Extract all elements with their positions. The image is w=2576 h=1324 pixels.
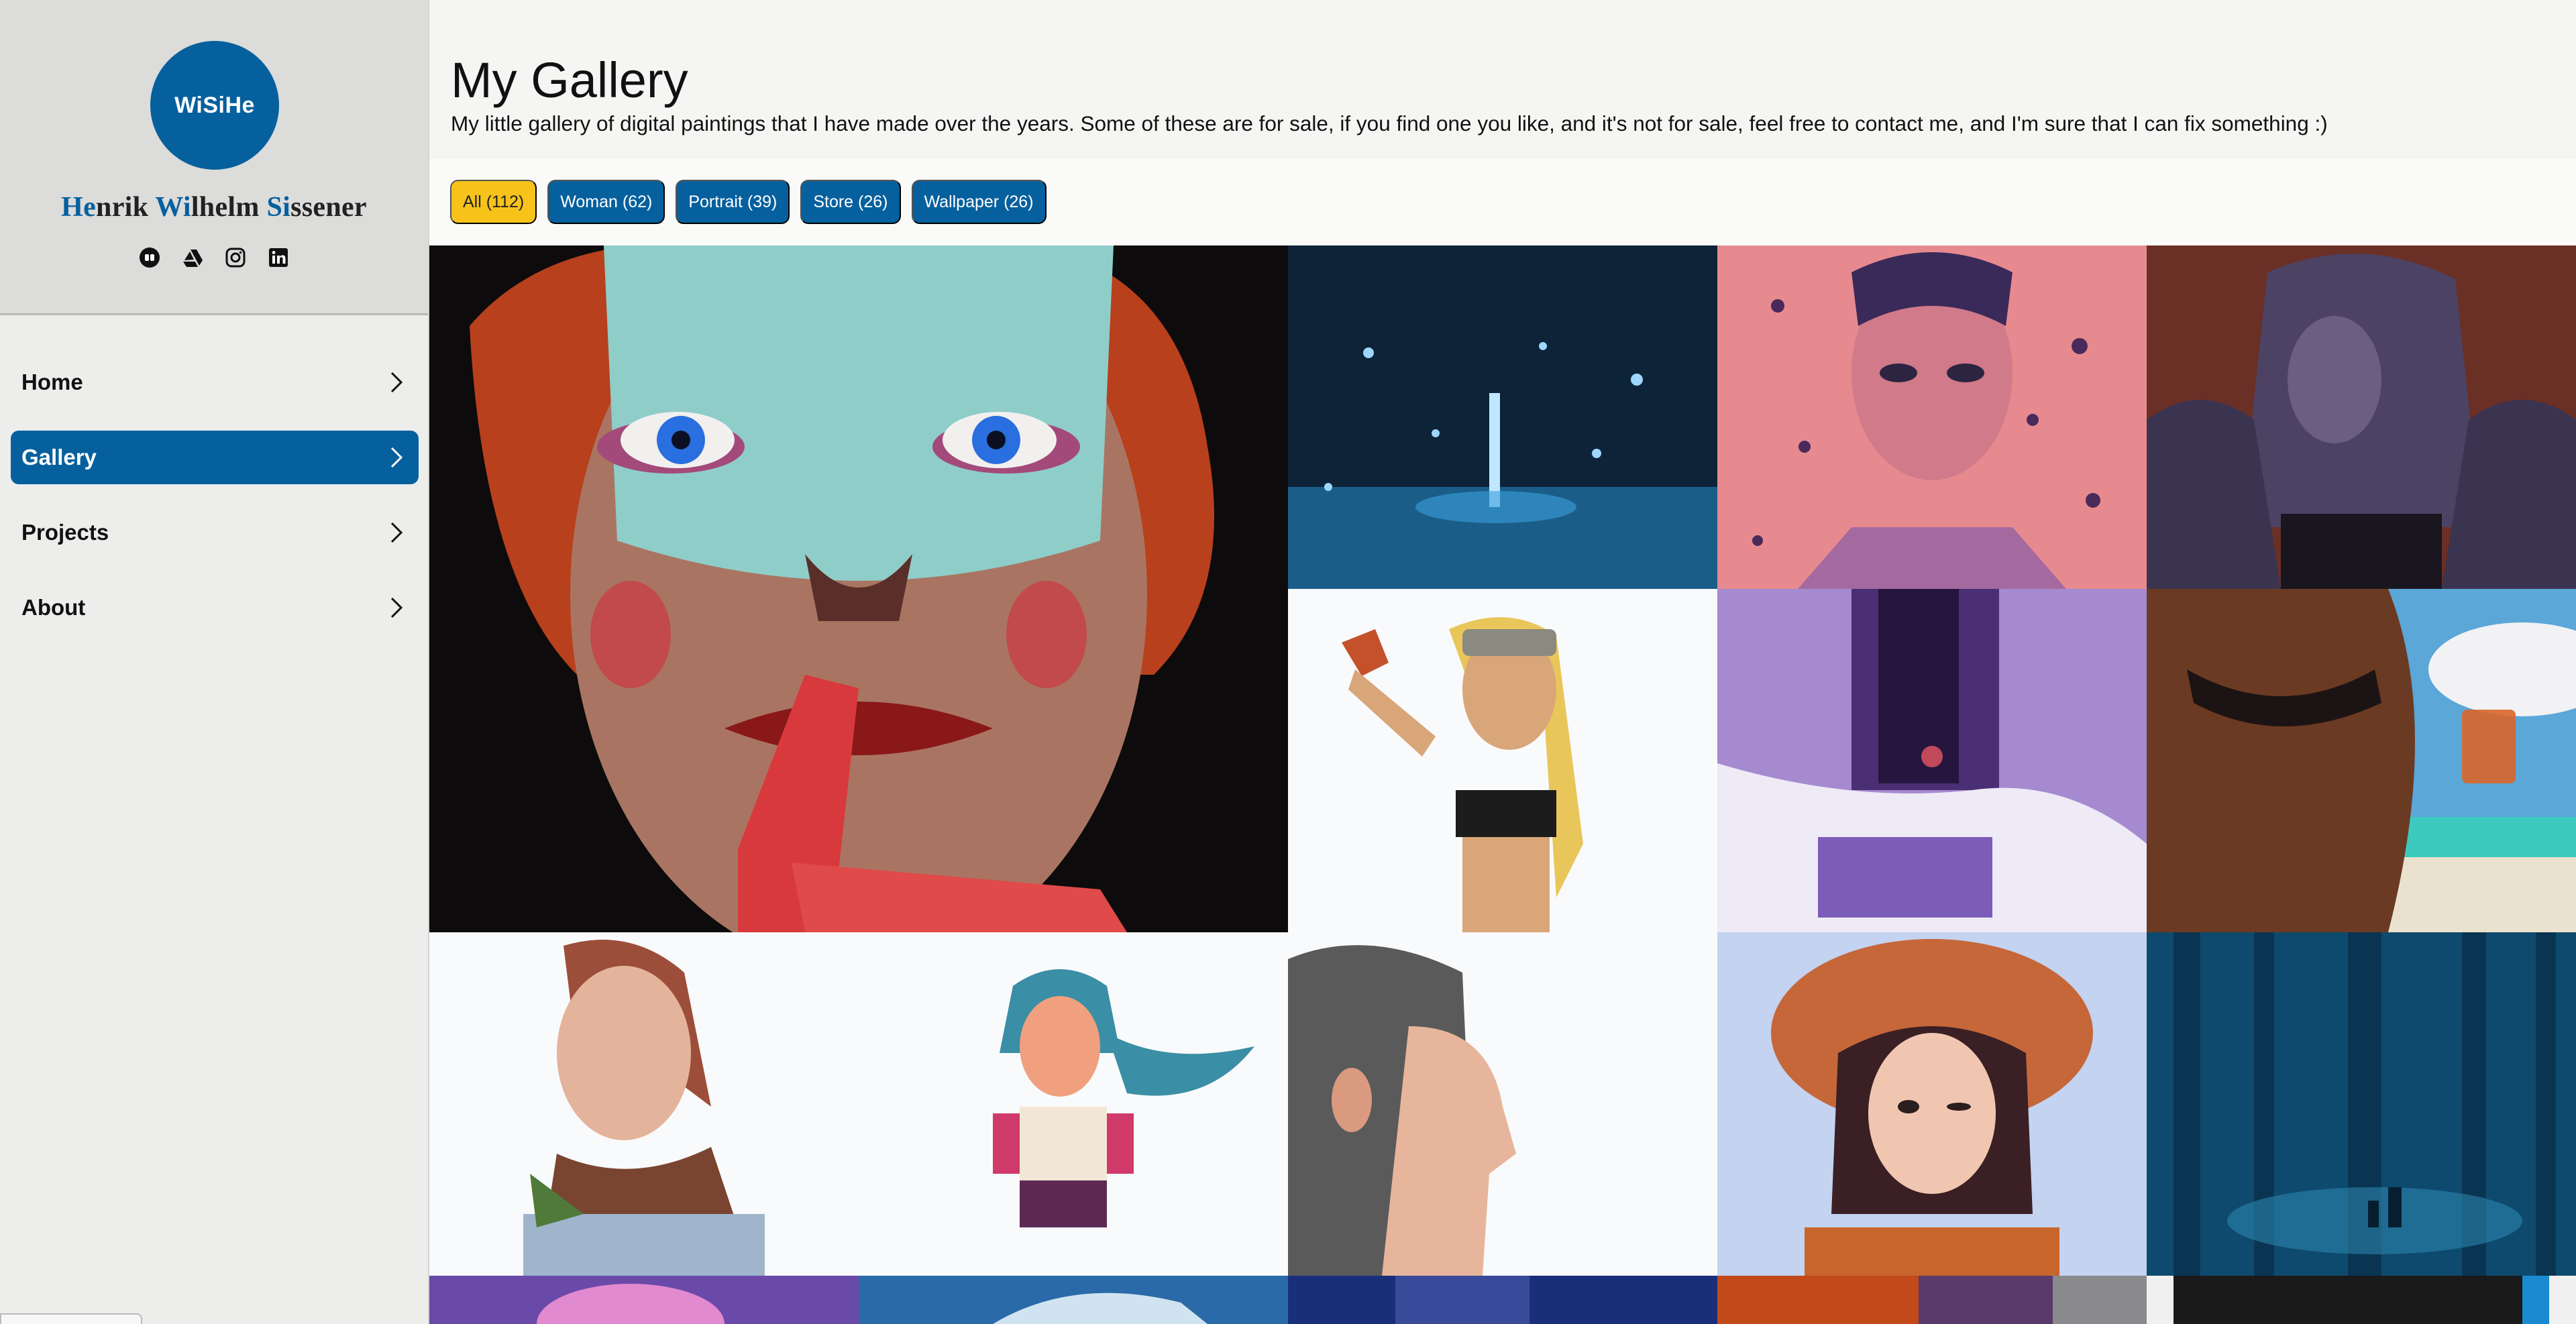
gallery-item-featured-portrait[interactable] [429, 245, 1288, 932]
name-part: nrik [96, 192, 156, 223]
filter-wallpaper-button[interactable]: Wallpaper (26) [911, 180, 1046, 224]
gallery-item-dark-figure[interactable] [2147, 1276, 2576, 1324]
gallery-item-man-scarf[interactable] [429, 932, 859, 1276]
social-links [0, 246, 428, 269]
name-part: Si [266, 192, 291, 223]
gallery-item-navy-mech[interactable] [1288, 1276, 1717, 1324]
sidebar: WiSiHe Henrik Wilhelm Sissener Home Gall… [0, 0, 429, 1324]
gallery-item-purple-figure[interactable] [429, 1276, 859, 1324]
gallery-item-pink-portrait[interactable] [1717, 245, 2147, 589]
site-logo[interactable]: WiSiHe [150, 41, 279, 170]
filter-store-button[interactable]: Store (26) [800, 180, 901, 224]
gallery-item-teal-hair-girl[interactable] [859, 932, 1288, 1276]
name-part: Wi [155, 192, 191, 223]
chevron-right-icon [390, 597, 403, 618]
gallery-grid [429, 245, 2576, 1324]
gallery-item-profile-woman[interactable] [1288, 932, 1717, 1276]
gallery-item-blue-corridor[interactable] [1288, 245, 1717, 589]
redbubble-icon[interactable] [138, 246, 161, 269]
author-name: Henrik Wilhelm Sissener [0, 191, 428, 223]
nav-item-home[interactable]: Home [11, 355, 419, 409]
gallery-item-orange-woman[interactable] [1717, 1276, 2147, 1324]
gallery-item-blue-forest[interactable] [2147, 932, 2576, 1276]
name-part: ssener [290, 192, 367, 223]
gallery-item-hat-woman[interactable] [1717, 932, 2147, 1276]
filter-woman-button[interactable]: Woman (62) [547, 180, 665, 224]
gallery-item-blue-waves[interactable] [859, 1276, 1288, 1324]
status-tooltip [0, 1313, 142, 1324]
profile-section: WiSiHe Henrik Wilhelm Sissener [0, 0, 428, 315]
name-part: lhelm [191, 192, 267, 223]
nav-item-gallery[interactable]: Gallery [11, 431, 419, 484]
chevron-right-icon [390, 372, 403, 393]
nav-item-about[interactable]: About [11, 581, 419, 635]
nav-item-label: Home [21, 370, 83, 394]
instagram-icon[interactable] [224, 246, 247, 269]
chevron-right-icon [390, 447, 403, 468]
filter-bar: All (112) Woman (62) Portrait (39) Store… [429, 159, 2576, 245]
chevron-right-icon [390, 522, 403, 543]
gallery-item-purple-ruins[interactable] [1717, 589, 2147, 932]
linkedin-icon[interactable] [267, 246, 290, 269]
gallery-item-ravens-woman[interactable] [2147, 245, 2576, 589]
main-nav: Home Gallery Projects About [11, 355, 419, 656]
nav-item-projects[interactable]: Projects [11, 506, 419, 559]
page-description: My little gallery of digital paintings t… [451, 111, 2328, 135]
gallery-item-blonde-woman[interactable] [1288, 589, 1717, 932]
artstation-icon[interactable] [181, 246, 204, 269]
page-title: My Gallery [451, 52, 688, 108]
nav-item-label: Gallery [21, 445, 97, 470]
name-part: He [61, 192, 97, 223]
filter-portrait-button[interactable]: Portrait (39) [676, 180, 790, 224]
filter-all-button[interactable]: All (112) [450, 180, 537, 224]
gallery-item-beach[interactable] [2147, 589, 2576, 932]
nav-item-label: About [21, 595, 86, 620]
main-content: My Gallery My little gallery of digital … [429, 0, 2576, 1324]
page-header: My Gallery My little gallery of digital … [429, 0, 2576, 159]
nav-item-label: Projects [21, 520, 109, 545]
